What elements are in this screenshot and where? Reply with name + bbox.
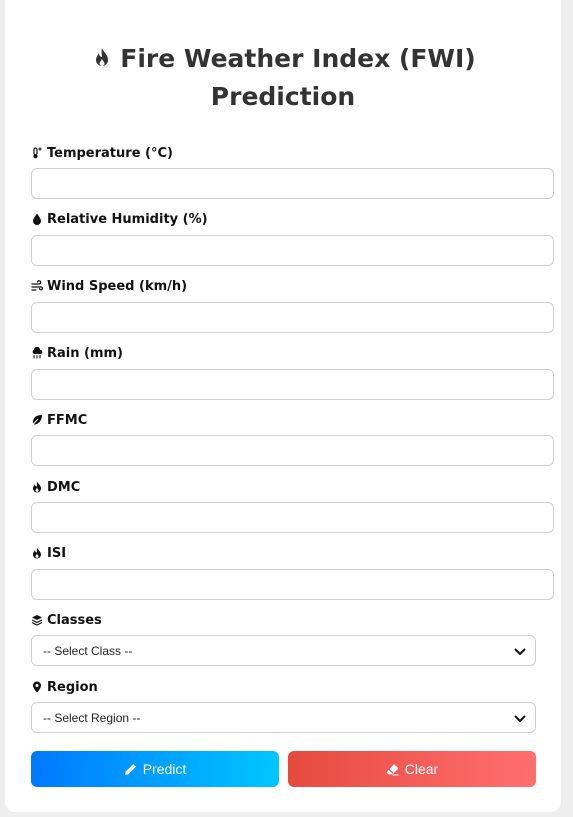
- title-line-1: Fire Weather Index (FWI): [120, 44, 476, 73]
- droplet-icon: [33, 213, 41, 225]
- wind-icon: [31, 280, 43, 291]
- page-title: Fire Weather Index (FWI) Prediction: [0, 40, 566, 116]
- wind-speed-label: Wind Speed (km/h): [31, 278, 187, 294]
- fire-icon: [33, 481, 41, 493]
- class-select-value: -- Select Class --: [43, 643, 133, 658]
- title-line-2: Prediction: [210, 82, 356, 111]
- classes-label-text: Classes: [47, 612, 102, 628]
- pencil-icon: [124, 763, 136, 775]
- ffmc-label: FFMC: [31, 412, 87, 428]
- flame-icon: [33, 547, 41, 559]
- rain-label: Rain (mm): [31, 345, 123, 361]
- map-pin-icon: [33, 681, 41, 693]
- clear-button-label: Clear: [404, 761, 439, 777]
- region-label-text: Region: [47, 679, 98, 695]
- humidity-label-text: Relative Humidity (%): [47, 211, 208, 227]
- isi-input[interactable]: [31, 569, 554, 600]
- rain-input[interactable]: [31, 369, 554, 400]
- fire-icon: [96, 48, 109, 66]
- classes-label: Classes: [31, 612, 102, 628]
- region-select-value: -- Select Region --: [43, 710, 141, 725]
- ffmc-label-text: FFMC: [47, 412, 88, 428]
- dmc-label-text: DMC: [47, 479, 81, 495]
- chevron-down-icon: [514, 648, 526, 655]
- temperature-label: Temperature (°C): [31, 145, 173, 161]
- temperature-input[interactable]: [31, 168, 554, 199]
- humidity-input[interactable]: [31, 235, 554, 266]
- dmc-input[interactable]: [31, 502, 554, 533]
- dmc-label: DMC: [31, 479, 80, 495]
- layers-icon: [31, 615, 43, 626]
- region-label: Region: [31, 679, 98, 695]
- thermometer-icon: [33, 147, 42, 159]
- predict-button[interactable]: Predict: [31, 751, 279, 787]
- clear-button[interactable]: Clear: [288, 751, 536, 787]
- chevron-down-icon: [514, 715, 526, 722]
- class-select[interactable]: -- Select Class --: [31, 635, 536, 666]
- temperature-label-text: Temperature (°C): [47, 145, 173, 161]
- humidity-label: Relative Humidity (%): [31, 211, 208, 227]
- isi-label: ISI: [31, 545, 66, 561]
- wind-speed-label-text: Wind Speed (km/h): [47, 278, 188, 294]
- leaf-icon: [31, 415, 42, 426]
- eraser-icon: [386, 763, 399, 775]
- rain-label-text: Rain (mm): [47, 345, 123, 361]
- isi-label-text: ISI: [47, 545, 67, 561]
- predict-button-label: Predict: [142, 761, 187, 777]
- wind-speed-input[interactable]: [31, 302, 554, 333]
- ffmc-input[interactable]: [31, 435, 554, 466]
- cloud-rain-icon: [32, 347, 43, 359]
- region-select[interactable]: -- Select Region --: [31, 702, 536, 733]
